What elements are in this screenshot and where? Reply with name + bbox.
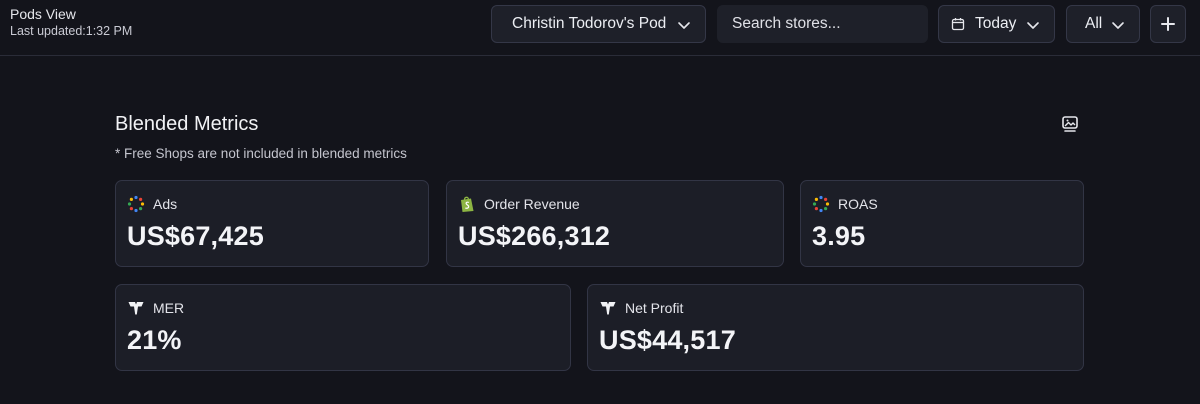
metric-value: 3.95 [812,221,866,251]
metric-card-label-row: ROAS [812,195,878,213]
metric-card-order-revenue[interactable]: Order Revenue US$266,312 [446,180,784,267]
metric-label: Ads [153,196,178,212]
metric-label: Net Profit [625,300,684,316]
shopify-bag-icon [461,196,474,212]
pod-select[interactable]: Christin Todorov's Pod [491,5,706,43]
calendar-icon [951,18,965,31]
date-range-label: Today [975,15,1017,32]
top-bar: Pods View Last updated:1:32 PM Christin … [0,0,1200,56]
date-range-select[interactable]: Today [938,5,1055,43]
last-updated-text: Last updated:1:32 PM [10,24,133,38]
metric-value: US$44,517 [599,325,736,355]
chevron-down-icon [678,22,690,29]
metric-label: Order Revenue [484,196,580,212]
chevron-down-icon [1027,22,1039,29]
metric-value: US$67,425 [127,221,264,251]
metric-card-label-row: MER [127,299,184,317]
filter-label: All [1085,15,1103,32]
metric-card-label-row: Net Profit [599,299,683,317]
image-export-icon[interactable] [1061,115,1079,133]
multi-dot-icon [127,195,145,213]
metric-card-net-profit[interactable]: Net Profit US$44,517 [587,284,1084,371]
metric-card-label-row: Ads [127,195,177,213]
metric-value: US$266,312 [458,221,611,251]
chevron-down-icon [1112,22,1124,29]
page-title: Pods View [10,6,76,22]
metric-card-mer[interactable]: MER 21% [115,284,571,371]
search-input[interactable]: Search stores... [717,5,928,43]
metric-label: ROAS [838,196,878,212]
brand-logo-icon [600,302,616,315]
metric-card-label-row: Order Revenue [458,195,580,213]
section-title: Blended Metrics [115,113,259,135]
metric-card-ads[interactable]: Ads US$67,425 [115,180,429,267]
search-placeholder: Search stores... [732,15,841,32]
metric-label: MER [153,300,185,316]
pod-select-label: Christin Todorov's Pod [512,15,667,32]
add-button[interactable] [1150,5,1186,43]
brand-logo-icon [128,302,144,315]
multi-dot-icon [812,195,830,213]
filter-select[interactable]: All [1066,5,1140,43]
plus-icon [1161,17,1175,31]
section-note: * Free Shops are not included in blended… [115,146,407,161]
metric-value: 21% [127,325,182,355]
metric-card-roas[interactable]: ROAS 3.95 [800,180,1084,267]
